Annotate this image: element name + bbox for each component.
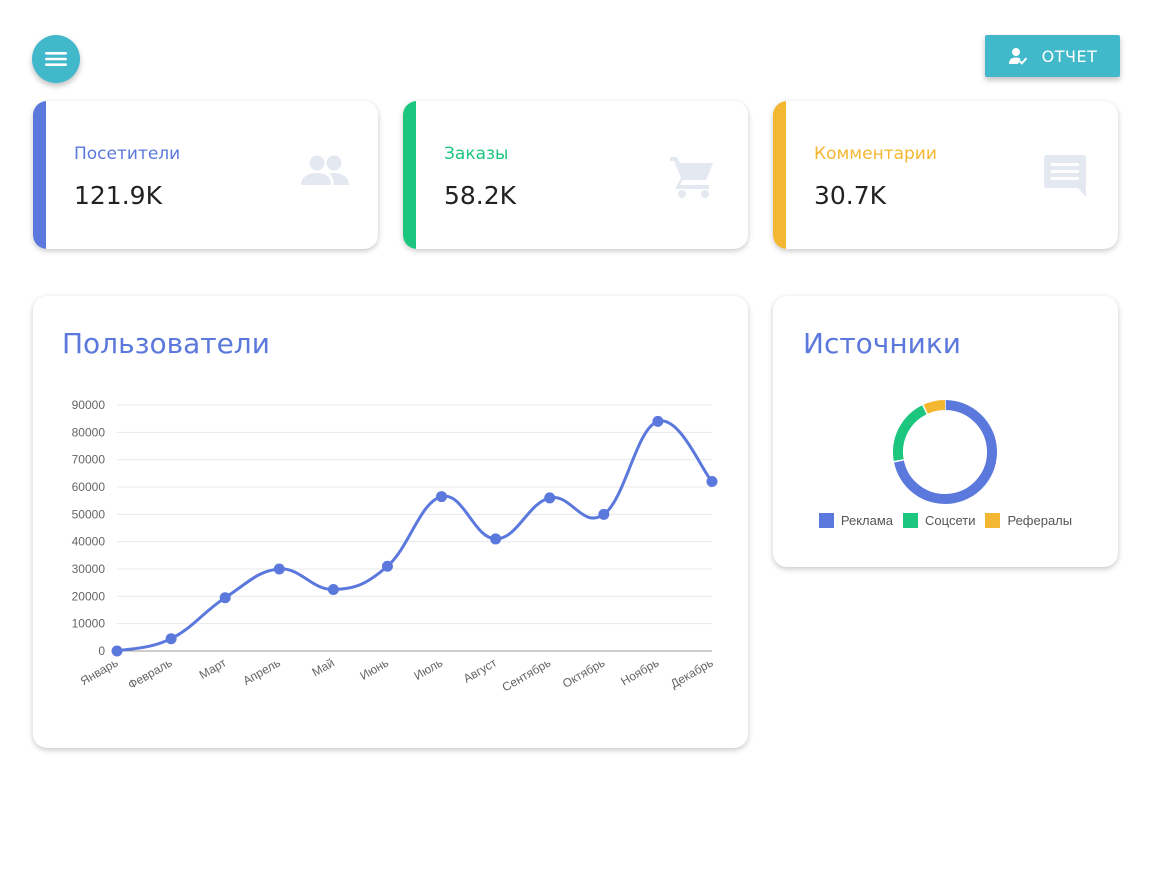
stat-card-comments: Комментарии 30.7K — [773, 101, 1118, 249]
menu-button[interactable] — [32, 35, 80, 83]
data-point — [652, 415, 664, 427]
legend-swatch — [985, 513, 1001, 528]
stat-label: Заказы — [444, 144, 509, 164]
data-point — [111, 645, 123, 657]
data-point — [327, 584, 339, 595]
y-tick-label: 90000 — [72, 398, 106, 412]
y-tick-label: 40000 — [72, 535, 106, 549]
y-tick-label: 30000 — [72, 562, 106, 576]
y-tick-label: 10000 — [72, 617, 106, 631]
x-tick-label: Февраль — [125, 655, 174, 692]
series-line — [116, 419, 714, 653]
stat-card-orders: Заказы 58.2K — [403, 101, 748, 249]
card-accent — [773, 101, 786, 249]
x-tick-label: Ноябрь — [618, 655, 661, 688]
report-button-label: ОТЧЕТ — [1041, 46, 1098, 66]
x-tick-label: Июль — [412, 655, 446, 682]
users-chart-card: Пользователи 0 10000 20000 30000 40000 50000 6… — [33, 296, 748, 748]
x-tick-label: Октябрь — [560, 655, 607, 690]
stat-value: 30.7K — [814, 181, 887, 210]
sources-donut-chart — [893, 400, 997, 504]
y-tick-label: 70000 — [72, 453, 106, 467]
sources-chart-card: Источники Реклама Соцсети Рефералы — [773, 296, 1118, 567]
comment-icon — [1044, 155, 1086, 197]
x-tick-label: Декабрь — [668, 655, 716, 691]
x-tick-label: Июнь — [358, 655, 391, 682]
legend-item[interactable]: Соцсети — [903, 513, 975, 528]
legend-item[interactable]: Рефералы — [985, 513, 1072, 528]
card-accent — [33, 101, 46, 249]
x-tick-label: Август — [461, 655, 500, 685]
data-point — [381, 560, 393, 572]
stat-value: 121.9K — [74, 181, 162, 210]
data-point — [544, 492, 556, 504]
stat-card-visitors: Посетители 121.9K — [33, 101, 378, 249]
data-point — [598, 508, 610, 520]
legend-label: Рефералы — [1007, 513, 1073, 528]
stat-label: Комментарии — [814, 144, 937, 164]
legend-label: Соцсети — [925, 513, 976, 528]
data-point — [706, 476, 718, 488]
y-tick-label: 60000 — [72, 480, 106, 494]
legend-label: Реклама — [840, 513, 894, 528]
stat-label: Посетители — [74, 144, 181, 164]
data-point — [436, 491, 448, 503]
legend-item[interactable]: Реклама — [818, 513, 894, 528]
menu-icon — [45, 52, 67, 66]
x-tick-label: Март — [197, 655, 229, 682]
legend-swatch — [903, 513, 919, 528]
x-tick-label: Апрель — [241, 655, 283, 687]
x-tick-label: Сентябрь — [500, 655, 554, 694]
data-point — [490, 533, 502, 545]
cart-icon — [670, 157, 713, 198]
donut-slice — [893, 404, 928, 462]
y-tick-label: 50000 — [72, 507, 106, 521]
y-tick-label: 20000 — [72, 589, 106, 603]
y-tick-label: 0 — [98, 644, 105, 658]
donut-slice — [922, 400, 946, 415]
legend-swatch — [818, 513, 834, 528]
users-line-chart: 0 10000 20000 30000 40000 50000 60000 70000 8000… — [72, 398, 718, 694]
y-tick-label: 80000 — [72, 425, 106, 439]
user-check-icon — [1008, 48, 1027, 65]
card-accent — [403, 101, 416, 249]
stat-value: 58.2K — [444, 181, 517, 210]
data-point — [165, 633, 177, 645]
x-tick-label: Январь — [78, 655, 121, 688]
people-icon — [301, 155, 349, 185]
data-point — [273, 563, 285, 575]
x-tick-label: Май — [309, 655, 336, 679]
chart-legend: Реклама Соцсети Рефералы — [773, 513, 1118, 528]
report-button[interactable]: ОТЧЕТ — [985, 35, 1120, 77]
data-point — [219, 592, 231, 604]
